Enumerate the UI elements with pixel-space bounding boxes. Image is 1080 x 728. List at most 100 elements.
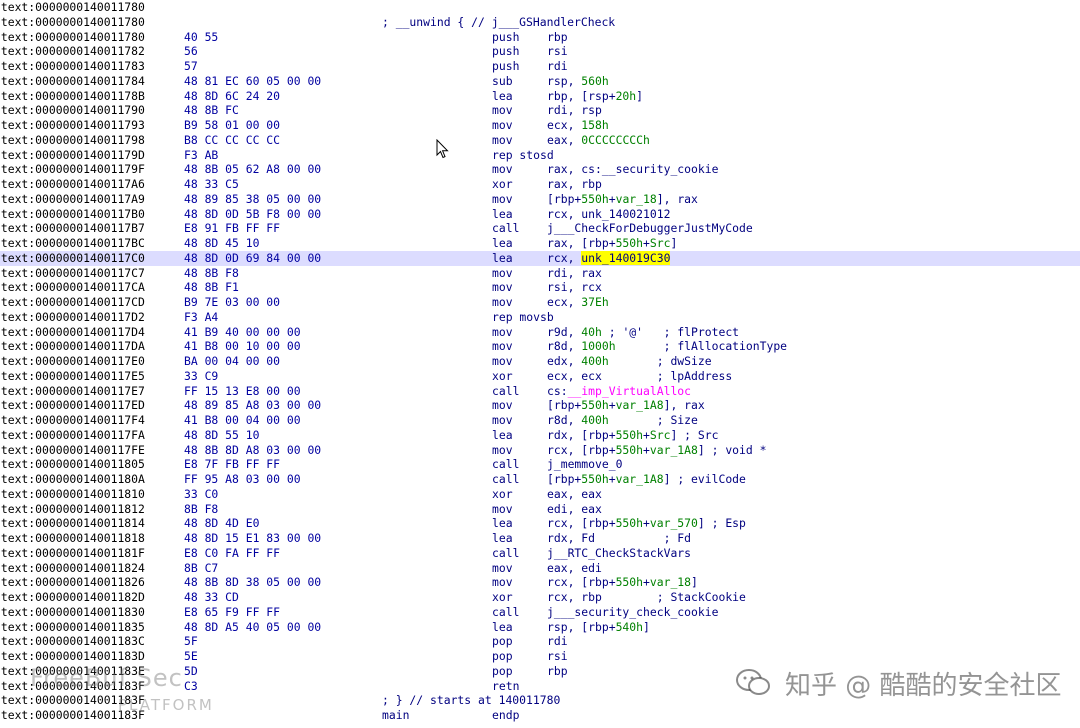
listing-line[interactable]: .text:0000000140011830 E8 65 F9 FF FF call… [0,605,1080,620]
line-address[interactable]: .text:000000014001182D [0,590,145,605]
listing-line[interactable]: .text:000000014001178B 48 8D 6C 24 20 lea r… [0,89,1080,104]
listing-line[interactable]: .text:0000000140011798 B8 CC CC CC CC mov e… [0,133,1080,148]
operand-name[interactable]: unk_140021012 [581,207,670,221]
line-address[interactable]: .text:00000001400117C0 [0,251,145,266]
line-address[interactable]: .text:00000001400117ED [0,398,145,413]
line-address[interactable]: .text:00000001400117A6 [0,177,145,192]
line-address[interactable]: .text:000000014001179D [0,148,145,163]
listing-line[interactable]: .text:0000000140011793 B9 58 01 00 00 mov e… [0,118,1080,133]
operand-var[interactable]: var_570 [650,516,698,530]
line-address[interactable]: .text:0000000140011824 [0,561,145,576]
listing-line[interactable]: .text:0000000140011790 48 8B FC mov rdi, rs… [0,103,1080,118]
listing-line[interactable]: .text:000000014001179F 48 8B 05 62 A8 00 … [0,162,1080,177]
listing-line[interactable]: .text:00000001400117DA 41 B8 00 10 00 00 m… [0,339,1080,354]
listing-line[interactable]: .text:00000001400117E5 33 C9 xor ecx, ecx ;… [0,369,1080,384]
listing-line[interactable]: .text:0000000140011818 48 8D 15 E1 83 00 … [0,531,1080,546]
line-address[interactable]: .text:00000001400117FE [0,443,145,458]
operand-imp[interactable]: __imp_VirtualAlloc [568,384,691,398]
line-address[interactable]: .text:0000000140011798 [0,133,145,148]
line-address[interactable]: .text:0000000140011830 [0,605,145,620]
listing-line[interactable]: .text:0000000140011810 33 C0 xor eax, eax [0,487,1080,502]
operand-var[interactable]: Src [650,428,671,442]
listing-line[interactable]: .text:000000014001180A FF 95 A8 03 00 00 c… [0,472,1080,487]
line-address[interactable]: .text:00000001400117FA [0,428,145,443]
line-address[interactable]: .text:00000001400117BC [0,236,145,251]
listing-line[interactable]: .text:00000001400117ED 48 89 85 A8 03 00 … [0,398,1080,413]
listing-line[interactable]: .text:000000014001182D 48 33 CD xor rcx, rb… [0,590,1080,605]
line-address[interactable]: .text:0000000140011826 [0,575,145,590]
operand-var[interactable]: var_1A8 [650,443,698,457]
listing-line[interactable]: .text:00000001400117D2 F3 A4 rep movsb [0,310,1080,325]
line-address[interactable]: .text:000000014001183D [0,649,145,664]
line-address[interactable]: .text:00000001400117B0 [0,207,145,222]
listing-line[interactable]: .text:000000014001179D F3 AB rep stosd [0,148,1080,163]
line-address[interactable]: .text:0000000140011780 [0,15,145,30]
listing-line[interactable]: .text:00000001400117BC 48 8D 45 10 lea rax,… [0,236,1080,251]
operand-name[interactable]: j__RTC_CheckStackVars [547,546,691,560]
line-address[interactable]: .text:00000001400117CA [0,280,145,295]
listing-line[interactable]: .text:0000000140011780 [0,0,1080,15]
line-address[interactable]: .text:00000001400117F4 [0,413,145,428]
listing-line[interactable]: .text:0000000140011780 ; __unwind { // j_… [0,15,1080,30]
operand-name[interactable]: j_memmove_0 [547,457,622,471]
line-address[interactable]: .text:000000014001181F [0,546,145,561]
operand-var[interactable]: var_1A8 [616,398,664,412]
listing-line[interactable]: .text:000000014001181F E8 C0 FA FF FF call… [0,546,1080,561]
listing-line[interactable]: .text:0000000140011814 48 8D 4D E0 lea rcx,… [0,516,1080,531]
listing-line[interactable]: .text:00000001400117D4 41 B9 40 00 00 00 m… [0,325,1080,340]
listing-line[interactable]: .text:00000001400117B0 48 8D 0D 5B F8 00 … [0,207,1080,222]
listing-line[interactable]: .text:00000001400117A6 48 33 C5 xor rax, rb… [0,177,1080,192]
line-address[interactable]: .text:00000001400117A9 [0,192,145,207]
listing-line[interactable]: .text:0000000140011783 57 push rdi [0,59,1080,74]
line-address[interactable]: .text:0000000140011782 [0,44,145,59]
line-address[interactable]: .text:0000000140011812 [0,502,145,517]
operand-name[interactable]: Fd [581,531,595,545]
line-address[interactable]: .text:00000001400117E5 [0,369,145,384]
line-address[interactable]: .text:0000000140011784 [0,74,145,89]
listing-line[interactable]: .text:00000001400117FE 48 8B 8D A8 03 00 … [0,443,1080,458]
line-address[interactable]: .text:0000000140011818 [0,531,145,546]
line-address[interactable]: .text:000000014001179F [0,162,145,177]
line-address[interactable]: .text:0000000140011835 [0,620,145,635]
operand-name[interactable]: __security_cookie [602,162,719,176]
listing-line[interactable]: .text:0000000140011780 40 55 push rbp [0,30,1080,45]
line-address[interactable]: .text:0000000140011790 [0,103,145,118]
line-address[interactable]: .text:00000001400117E0 [0,354,145,369]
line-address[interactable]: .text:000000014001183C [0,634,145,649]
operand-var[interactable]: var_18 [616,192,657,206]
line-address[interactable]: .text:00000001400117E7 [0,384,145,399]
listing-line[interactable]: .text:00000001400117E7 FF 15 13 E8 00 00 c… [0,384,1080,399]
function-label[interactable]: main [382,708,409,722]
line-address[interactable]: .text:0000000140011810 [0,487,145,502]
listing-line[interactable]: .text:00000001400117F4 41 B8 00 04 00 00 m… [0,413,1080,428]
listing-line[interactable]: .text:000000014001183D 5E pop rsi [0,649,1080,664]
line-address[interactable]: .text:0000000140011783 [0,59,145,74]
line-address[interactable]: .text:000000014001178B [0,89,145,104]
line-address[interactable]: .text:00000001400117C7 [0,266,145,281]
line-address[interactable]: .text:000000014001180A [0,472,145,487]
line-address[interactable]: .text:0000000140011780 [0,30,145,45]
listing-line[interactable]: .text:00000001400117B7 E8 91 FB FF FF call… [0,221,1080,236]
listing-line[interactable]: .text:00000001400117E0 BA 00 04 00 00 mov e… [0,354,1080,369]
line-address[interactable]: .text:00000001400117DA [0,339,145,354]
listing-line[interactable]: .text:00000001400117A9 48 89 85 38 05 00 … [0,192,1080,207]
listing-line[interactable]: .text:0000000140011812 8B F8 mov edi, eax [0,502,1080,517]
operand-name[interactable]: j___security_check_cookie [547,605,718,619]
line-address[interactable]: .text:0000000140011780 [0,0,145,15]
listing-line[interactable]: .text:00000001400117CA 48 8B F1 mov rsi, rc… [0,280,1080,295]
listing-line[interactable]: .text:0000000140011784 48 81 EC 60 05 00 … [0,74,1080,89]
line-address[interactable]: .text:0000000140011805 [0,457,145,472]
listing-line[interactable]: .text:00000001400117C7 48 8B F8 mov rdi, ra… [0,266,1080,281]
listing-line[interactable]: .text:0000000140011805 E8 7F FB FF FF call… [0,457,1080,472]
line-address[interactable]: .text:00000001400117D2 [0,310,145,325]
line-address[interactable]: .text:00000001400117B7 [0,221,145,236]
listing-line[interactable]: .text:00000001400117FA 48 8D 55 10 lea rdx,… [0,428,1080,443]
listing-line[interactable]: .text:0000000140011835 48 8D A5 40 05 00 … [0,620,1080,635]
operand-var[interactable]: var_1A8 [616,472,664,486]
operand-name[interactable]: j___CheckForDebuggerJustMyCode [547,221,753,235]
operand-var[interactable]: Src [650,236,671,250]
listing-line[interactable]: .text:0000000140011826 48 8B 8D 38 05 00 … [0,575,1080,590]
line-address[interactable]: .text:0000000140011793 [0,118,145,133]
line-address[interactable]: .text:00000001400117D4 [0,325,145,340]
listing-line[interactable]: .text:0000000140011782 56 push rsi [0,44,1080,59]
